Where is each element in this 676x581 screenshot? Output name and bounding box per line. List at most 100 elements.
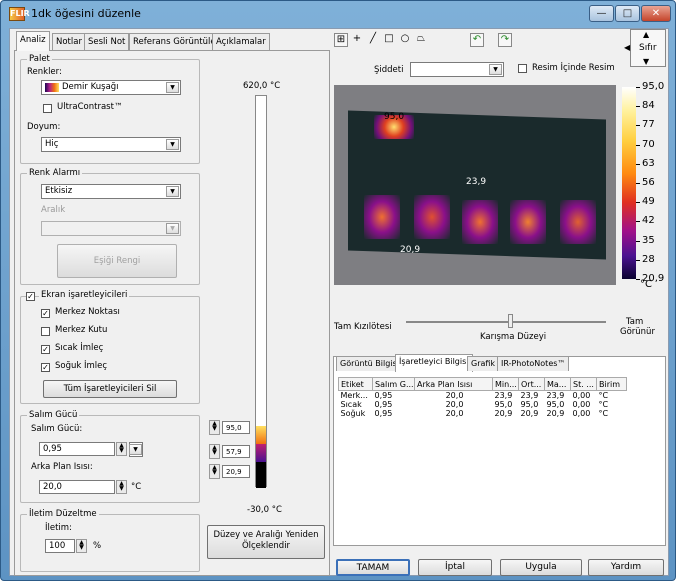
zoom-down-icon[interactable]: ▼	[643, 57, 649, 66]
level-mid-spinner[interactable]: ▲ ▼	[209, 444, 220, 459]
tab-image-info[interactable]: Görüntü Bilgisi	[336, 356, 403, 371]
threshold-color-button[interactable]: Eşiği Rengi	[57, 244, 177, 278]
image-panel: ⊞ + ╱ □ ○ ⏢ ↶ ↷ ▲ Sıfır ▼ ◀ Şiddeti ▼ Re…	[330, 29, 668, 549]
emissivity-dropdown[interactable]: ▼	[129, 442, 143, 457]
rescale-level-span-button[interactable]: Düzey ve Aralığı Yeniden Ölçeklendir	[207, 525, 325, 559]
table-row[interactable]: Merk... 0,95 20,0 23,9 23,9 23,9 0,00 °C	[339, 391, 627, 400]
line-icon[interactable]: ╱	[366, 33, 380, 47]
thermal-image[interactable]: 95,0 23,9 20,9	[334, 85, 616, 285]
delete-all-markers-button[interactable]: Tüm İşaretleyicileri Sil	[43, 380, 177, 398]
apply-button[interactable]: Uygula	[500, 559, 582, 576]
center-box-label: Merkez Kutu	[55, 325, 108, 335]
maximize-button[interactable]: □	[615, 5, 640, 22]
table-cell: 20,9	[520, 409, 539, 418]
saturation-combo-value: Hiç	[45, 139, 59, 149]
column-header[interactable]: Ma...	[544, 377, 571, 391]
background-temp-spinner[interactable]: ▲ ▼	[116, 480, 127, 494]
tab-analysis[interactable]: Analiz	[16, 31, 50, 51]
transmission-input[interactable]: 100	[45, 539, 75, 553]
column-header[interactable]: Birim	[596, 377, 627, 391]
picture-in-picture-checkbox[interactable]	[518, 64, 527, 73]
markers-group-checkbox[interactable]: ✓	[26, 292, 35, 301]
cold-spot-marker[interactable]: 20,9	[400, 245, 420, 255]
tab-annotations[interactable]: Açıklamalar	[212, 33, 270, 50]
level-bar-mid	[256, 444, 266, 462]
scale-tick	[636, 145, 640, 146]
select-icon[interactable]: ⊞	[334, 33, 348, 47]
level-max-input[interactable]: 95,0	[222, 421, 250, 434]
zoom-up-icon[interactable]: ▲	[643, 30, 649, 39]
minimize-button[interactable]: —	[589, 5, 614, 22]
analysis-panel: Palet Renkler: Demir Kuşağı ▼ UltraContr…	[14, 50, 330, 576]
palette-group: Palet Renkler: Demir Kuşağı ▼ UltraContr…	[20, 54, 200, 164]
tab-voice-note[interactable]: Sesli Not	[84, 33, 130, 50]
level-max-spinner[interactable]: ▲ ▼	[209, 420, 220, 435]
polygon-icon[interactable]: ⏢	[414, 33, 428, 47]
scale-tick-label: 70	[642, 139, 655, 150]
crosshair-icon[interactable]: +	[350, 33, 364, 47]
level-mid-input[interactable]: 57,9	[222, 445, 250, 458]
cancel-button[interactable]: İptal	[418, 559, 492, 576]
tab-graph[interactable]: Grafik	[467, 356, 500, 371]
transmission-spinner[interactable]: ▲ ▼	[76, 539, 87, 553]
cold-spot-checkbox[interactable]: ✓	[41, 363, 50, 372]
tab-reference-images[interactable]: Referans Görüntüler	[129, 33, 224, 50]
background-temp-input[interactable]: 20,0	[39, 480, 115, 494]
rectangle-icon[interactable]: □	[382, 33, 396, 47]
table-cell: 95,0	[520, 400, 539, 409]
ok-button[interactable]: TAMAM	[336, 559, 410, 576]
center-box-checkbox[interactable]	[41, 327, 50, 336]
warm-region-1	[364, 195, 400, 239]
table-row[interactable]: Soğuk 0,95 20,0 20,9 20,9 20,9 0,00 °C	[339, 409, 627, 418]
range-combo[interactable]: ▼	[41, 221, 181, 236]
tab-marker-info[interactable]: İşaretleyici Bilgisi	[395, 354, 473, 372]
color-alarm-combo[interactable]: Etkisiz ▼	[41, 184, 181, 199]
app-icon: FLIR	[9, 7, 30, 21]
window-title: 1dk öğesini düzenle	[31, 7, 141, 20]
center-point-checkbox[interactable]: ✓	[41, 309, 50, 318]
zoom-left-icon[interactable]: ◀	[624, 43, 630, 52]
blend-slider-thumb[interactable]	[508, 314, 513, 328]
ellipse-icon[interactable]: ○	[398, 33, 412, 47]
center-point-label: Merkez Noktası	[55, 307, 120, 317]
hot-spot-checkbox[interactable]: ✓	[41, 345, 50, 354]
zoom-reset-label[interactable]: Sıfır	[639, 43, 657, 53]
column-header[interactable]: Salım G...	[372, 377, 415, 391]
chevron-down-icon: ▼	[489, 64, 502, 75]
table-cell: 0,00	[572, 391, 591, 400]
level-min-input[interactable]: 20,9	[222, 465, 250, 478]
warm-region-2	[414, 195, 450, 239]
column-header[interactable]: Ort...	[518, 377, 545, 391]
palette-combo[interactable]: Demir Kuşağı ▼	[41, 80, 181, 95]
rotate-left-icon[interactable]: ↶	[470, 33, 484, 47]
tab-ir-photonotes[interactable]: IR-PhotoNotes™	[497, 356, 570, 371]
title-bar[interactable]: FLIR 1dk öğesini düzenle — □ ✕	[1, 1, 675, 27]
dialog-window: FLIR 1dk öğesini düzenle — □ ✕ Analiz No…	[0, 0, 676, 581]
level-min-spinner[interactable]: ▲ ▼	[209, 464, 220, 479]
center-point-marker[interactable]: 23,9	[466, 177, 486, 187]
marker-table: Etiket Salım G... Arka Plan Isısı Min... Ort…	[338, 377, 627, 418]
level-range-bar[interactable]	[255, 95, 267, 488]
table-cell: 95,0	[546, 400, 565, 409]
table-cell: 20,9	[546, 409, 565, 418]
saturation-combo[interactable]: Hiç ▼	[41, 137, 181, 152]
column-header[interactable]: St. ...	[570, 377, 597, 391]
ultracontrast-checkbox[interactable]	[43, 104, 52, 113]
rotate-right-icon[interactable]: ↷	[498, 33, 512, 47]
intensity-combo[interactable]: ▼	[410, 62, 504, 77]
zoom-control[interactable]: ▲ Sıfır ▼	[630, 29, 666, 67]
ultracontrast-label: UltraContrast™	[57, 102, 123, 112]
column-header[interactable]: Etiket	[338, 377, 373, 391]
tab-notes[interactable]: Notlar	[52, 33, 86, 50]
transmission-group-label: İletim Düzeltme	[27, 509, 99, 519]
hot-spot-marker[interactable]: 95,0	[384, 112, 404, 122]
table-row[interactable]: Sıcak 0,95 20,0 95,0 95,0 95,0 0,00 °C	[339, 400, 627, 409]
close-button[interactable]: ✕	[641, 5, 671, 22]
emissivity-input[interactable]: 0,95	[39, 442, 115, 456]
scale-tick-label: 56	[642, 177, 655, 188]
column-header[interactable]: Arka Plan Isısı	[414, 377, 493, 391]
blend-slider-track[interactable]	[406, 321, 606, 323]
help-button[interactable]: Yardım	[588, 559, 664, 576]
column-header[interactable]: Min...	[492, 377, 519, 391]
emissivity-spinner[interactable]: ▲ ▼	[116, 442, 127, 456]
